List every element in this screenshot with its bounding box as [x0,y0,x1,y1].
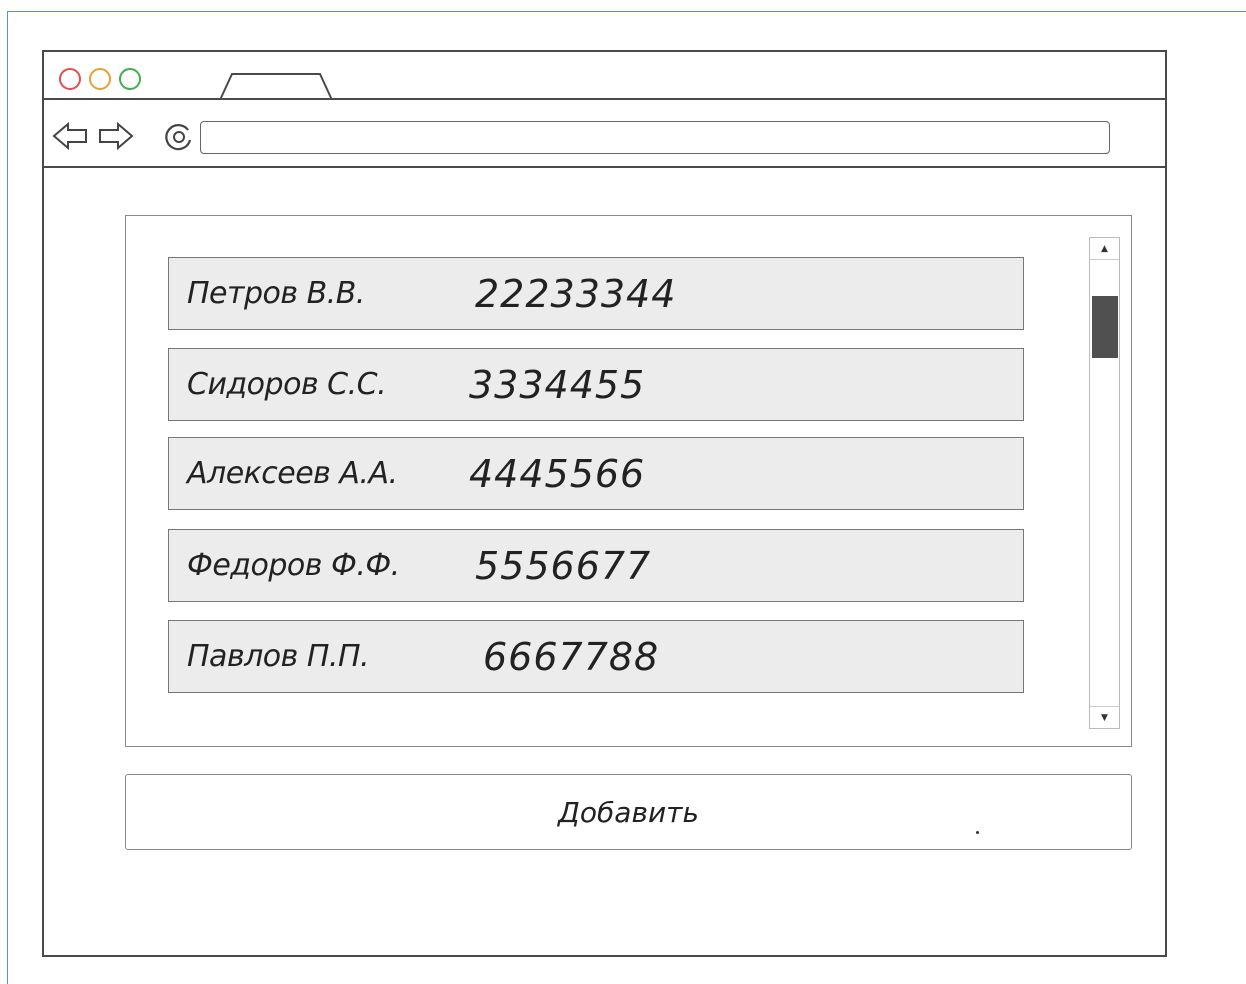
list-item[interactable]: Петров В.В. 22233344 [168,257,1024,330]
back-arrow-icon[interactable] [52,120,90,152]
close-window-icon[interactable] [59,68,81,90]
contact-name: Федоров Ф.Ф. [187,548,400,583]
speck [976,831,979,834]
add-button[interactable]: Добавить [125,774,1132,850]
contact-phone: 4445566 [469,452,646,496]
navigation-bar [44,100,1165,168]
contact-list: Петров В.В. 22233344 Сидоров С.С. 333445… [125,215,1132,747]
url-input[interactable] [200,121,1110,154]
contact-name: Павлов П.П. [187,639,370,674]
title-bar [44,52,1165,100]
list-item[interactable]: Павлов П.П. 6667788 [168,620,1024,693]
list-item[interactable]: Сидоров С.С. 3334455 [168,348,1024,421]
browser-tab[interactable] [218,72,334,100]
list-item[interactable]: Федоров Ф.Ф. 5556677 [168,529,1024,602]
contact-name: Алексеев А.А. [187,456,398,491]
contact-name: Сидоров С.С. [187,367,387,402]
maximize-window-icon[interactable] [119,68,141,90]
reload-icon[interactable] [162,120,196,154]
contact-name: Петров В.В. [187,276,365,311]
minimize-window-icon[interactable] [89,68,111,90]
scroll-up-icon[interactable]: ▲ [1090,238,1119,260]
contact-phone: 3334455 [469,363,646,407]
browser-window: Петров В.В. 22233344 Сидоров С.С. 333445… [42,50,1167,957]
contact-phone: 5556677 [475,544,652,588]
contact-phone: 6667788 [483,635,660,679]
contact-phone: 22233344 [475,272,677,316]
forward-arrow-icon[interactable] [96,120,134,152]
scroll-down-icon[interactable]: ▼ [1090,706,1119,728]
add-button-label: Добавить [558,795,699,829]
scrollbar[interactable]: ▲ ▼ [1089,237,1120,729]
scroll-thumb[interactable] [1092,296,1118,358]
list-item[interactable]: Алексеев А.А. 4445566 [168,437,1024,510]
